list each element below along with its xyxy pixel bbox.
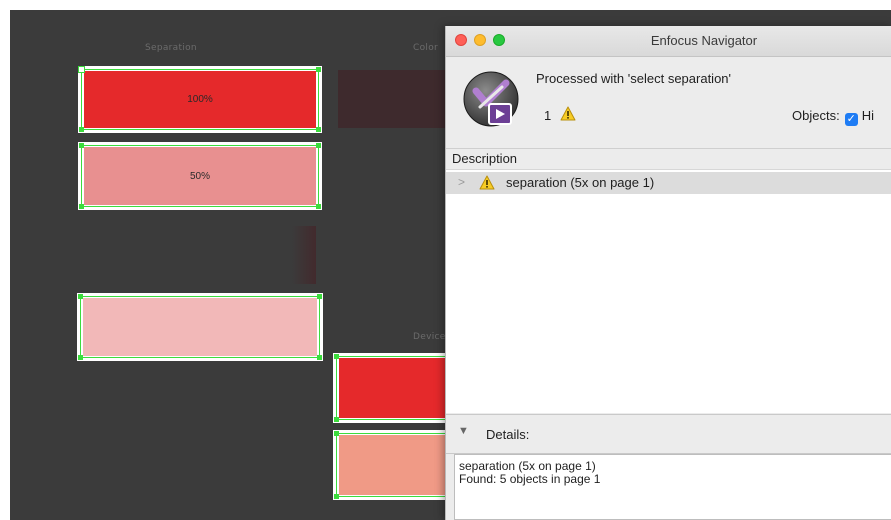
- description-list[interactable]: > separation (5x on page 1): [446, 170, 891, 413]
- swatch-label: 100%: [187, 94, 213, 105]
- list-item[interactable]: > separation (5x on page 1): [446, 172, 891, 194]
- selection-handle[interactable]: [316, 204, 321, 209]
- column-label-color: Color: [413, 43, 438, 53]
- details-text-area[interactable]: separation (5x on page 1) Found: 5 objec…: [454, 454, 891, 520]
- warning-icon: [479, 175, 495, 190]
- swatch-label: 50%: [189, 170, 210, 182]
- navigator-window: Enfocus Navigator Processed with 'select…: [445, 26, 891, 520]
- selection-handle[interactable]: [316, 67, 321, 72]
- details-line: Found: 5 objects in page 1: [459, 472, 601, 486]
- swatch-100-percent[interactable]: 100%: [78, 66, 322, 133]
- selection-handle[interactable]: [317, 294, 322, 299]
- column-label-separation: Separation: [145, 43, 197, 53]
- selection-handle[interactable]: [316, 143, 321, 148]
- swatch-fill: [339, 358, 457, 418]
- title-bar[interactable]: Enfocus Navigator: [446, 26, 891, 57]
- list-item-label: separation (5x on page 1): [506, 175, 655, 190]
- swatch-fill: [83, 298, 317, 356]
- objects-control: Objects: ✓ Hi: [792, 108, 874, 126]
- enfocus-logo-icon: [463, 71, 519, 127]
- chevron-right-icon[interactable]: >: [458, 175, 465, 189]
- swatch-fill: 100%: [84, 71, 316, 128]
- swatch-fill: 50%: [84, 147, 316, 205]
- details-text: separation (5x on page 1) Found: 5 objec…: [459, 460, 600, 486]
- dark-color-block: [292, 226, 316, 284]
- navigator-header: Processed with 'select separation' 1 Obj…: [446, 57, 891, 145]
- warning-icon: [560, 106, 576, 121]
- swatch-light-pink[interactable]: [77, 293, 323, 361]
- column-label-device: Device: [413, 332, 446, 342]
- warning-count: 1: [544, 108, 552, 123]
- objects-checkbox[interactable]: ✓: [844, 113, 858, 126]
- swatch-fill: [339, 435, 457, 495]
- disclosure-triangle-down-icon[interactable]: ▼: [458, 425, 469, 437]
- swatch-device-salmon[interactable]: [333, 430, 463, 500]
- description-column-header[interactable]: Description: [446, 148, 891, 170]
- objects-option-label: Hi: [861, 108, 874, 123]
- details-disclosure[interactable]: ▼ Details:: [446, 414, 891, 454]
- swatch-device-red[interactable]: [333, 353, 463, 423]
- dark-color-block: [338, 70, 448, 128]
- window-title: Enfocus Navigator: [650, 33, 758, 48]
- processed-message: Processed with 'select separation': [536, 71, 732, 86]
- swatch-50-percent[interactable]: 50%: [78, 142, 322, 210]
- selection-handle[interactable]: [316, 127, 321, 132]
- objects-label: Objects:: [792, 108, 840, 123]
- selection-handle[interactable]: [317, 355, 322, 360]
- details-label: Details:: [486, 427, 530, 442]
